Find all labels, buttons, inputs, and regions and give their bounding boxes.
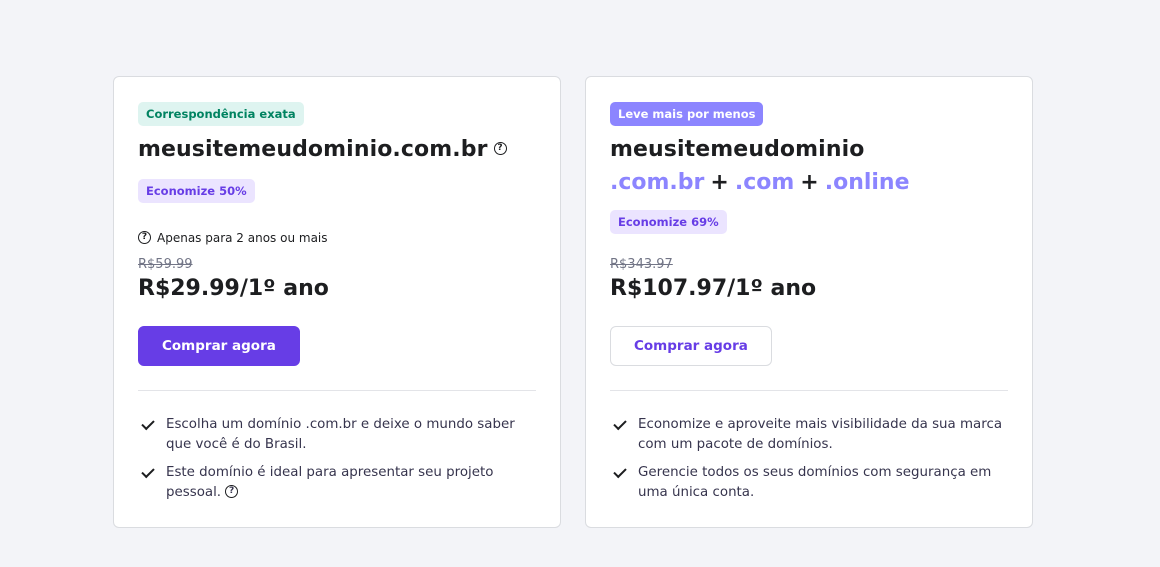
feature-item: Escolha um domínio .com.br e deixe o mun… <box>138 415 538 455</box>
check-icon <box>613 416 627 431</box>
term-note-text: Apenas para 2 anos ou mais <box>157 231 328 245</box>
domain-card-exact-match: Correspondência exata meusitemeudominio.… <box>113 76 561 528</box>
feature-text: Este domínio é ideal para apresentar seu… <box>166 465 494 500</box>
feature-text: Escolha um domínio .com.br e deixe o mun… <box>166 417 515 452</box>
bundle-badge: Leve mais por menos <box>610 102 764 126</box>
term-note: ? Apenas para 2 anos ou mais <box>138 231 328 245</box>
feature-item: Economize e aproveite mais visibilidade … <box>610 415 1010 455</box>
check-icon <box>141 416 155 431</box>
check-icon <box>141 464 155 479</box>
help-icon[interactable]: ? <box>225 484 239 498</box>
exact-match-badge: Correspondência exata <box>138 102 304 126</box>
discount-badge: Economize 69% <box>610 210 727 234</box>
divider <box>138 390 536 391</box>
discount-badge: Economize 50% <box>138 179 255 203</box>
domain-card-bundle: Leve mais por menos meusitemeudominio .c… <box>585 76 1033 528</box>
feature-text: Economize e aproveite mais visibilidade … <box>638 417 1003 452</box>
original-price: R$59.99 <box>138 257 193 272</box>
domain-name: meusitemeudominio <box>610 137 865 162</box>
domain-name-text: meusitemeudominio.com.br <box>138 137 488 162</box>
divider <box>610 390 1008 391</box>
domain-name: meusitemeudominio.com.br? <box>138 137 507 162</box>
tld-com: .com <box>734 170 795 195</box>
buy-now-button[interactable]: Comprar agora <box>138 326 300 366</box>
tld-bundle: .com.br + .com + .online <box>610 170 910 195</box>
tld-com-br: .com.br <box>610 170 705 195</box>
help-icon[interactable]: ? <box>138 231 151 244</box>
current-price: R$107.97/1º ano <box>610 276 817 301</box>
tld-online: .online <box>824 170 910 195</box>
original-price: R$343.97 <box>610 257 673 272</box>
feature-item: Este domínio é ideal para apresentar seu… <box>138 463 538 503</box>
feature-item: Gerencie todos os seus domínios com segu… <box>610 463 1010 503</box>
help-icon[interactable]: ? <box>493 141 507 155</box>
feature-text: Gerencie todos os seus domínios com segu… <box>638 465 992 500</box>
current-price: R$29.99/1º ano <box>138 276 329 301</box>
plus-sign: + <box>800 170 819 195</box>
check-icon <box>613 464 627 479</box>
feature-list: Economize e aproveite mais visibilidade … <box>610 415 1010 511</box>
buy-now-button[interactable]: Comprar agora <box>610 326 772 366</box>
feature-list: Escolha um domínio .com.br e deixe o mun… <box>138 415 538 511</box>
plus-sign: + <box>710 170 729 195</box>
